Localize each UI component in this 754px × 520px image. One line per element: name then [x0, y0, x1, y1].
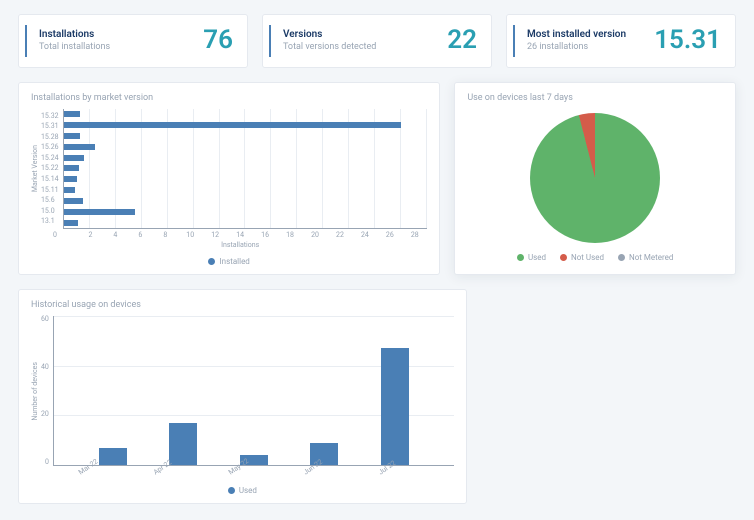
stat-card-installations: Installations Total installations 76 [18, 14, 248, 68]
stat-title: Versions [283, 29, 376, 40]
chart-title: Installations by market version [31, 93, 427, 103]
chart-legend: Used [31, 486, 454, 495]
legend-label: Not Metered [629, 253, 673, 262]
y-axis-categories: 15.3215.3115.2815.2615.2415.2215.1415.11… [41, 109, 63, 229]
x-axis-label: Installations [53, 241, 427, 249]
x-axis-ticks: 0246810121416182022242628 [53, 231, 427, 239]
bar [64, 198, 83, 204]
pie-graphic [530, 113, 660, 243]
bar [99, 448, 127, 465]
chart-title: Historical usage on devices [31, 300, 454, 310]
stat-subtitle: Total versions detected [283, 42, 376, 52]
y-axis-label: Market Version [31, 145, 39, 192]
use-on-devices-pie-chart: Use on devices last 7 days Used Not Used… [454, 82, 736, 275]
bar [64, 209, 135, 215]
y-axis-ticks: 6040200 [41, 316, 53, 466]
bar [64, 187, 76, 193]
bar [64, 155, 85, 161]
legend-dot-icon [228, 487, 235, 494]
x-axis-ticks: Mar 22Apr 22May 22Jun 22Jul 22 [31, 470, 454, 478]
legend-label: Installed [219, 257, 249, 266]
legend-dot-icon [560, 254, 567, 261]
middle-row: Installations by market version Market V… [18, 82, 736, 275]
legend-label: Not Used [571, 253, 604, 262]
bar [64, 176, 77, 182]
chart-title: Use on devices last 7 days [467, 93, 723, 103]
stat-subtitle: Total installations [39, 42, 110, 52]
bar [64, 220, 78, 226]
legend-dot-icon [618, 254, 625, 261]
stat-title: Most installed version [527, 29, 626, 40]
legend-label: Used [239, 486, 257, 495]
installations-by-version-chart: Installations by market version Market V… [18, 82, 440, 275]
bar [64, 111, 81, 117]
stat-card-versions: Versions Total versions detected 22 [262, 14, 492, 68]
chart-legend: Installed [31, 257, 427, 266]
stat-value: 76 [203, 25, 233, 55]
stat-row: Installations Total installations 76 Ver… [18, 14, 736, 68]
chart-legend: Used Not Used Not Metered [467, 253, 723, 262]
bar [64, 133, 81, 139]
legend-dot-icon [208, 258, 215, 265]
bar [64, 122, 402, 128]
stat-card-most-installed: Most installed version 26 installations … [506, 14, 736, 68]
chart-plot-area [53, 316, 454, 466]
bar [381, 348, 409, 465]
bar [64, 144, 95, 150]
y-axis-label: Number of devices [31, 362, 39, 421]
chart-plot-area [63, 109, 428, 229]
stat-value: 15.31 [654, 25, 721, 55]
legend-label: Used [528, 253, 546, 262]
bar [64, 165, 80, 171]
stat-subtitle: 26 installations [527, 42, 626, 52]
historical-usage-chart: Historical usage on devices Number of de… [18, 289, 467, 504]
stat-value: 22 [447, 25, 477, 55]
legend-dot-icon [517, 254, 524, 261]
stat-title: Installations [39, 29, 110, 40]
